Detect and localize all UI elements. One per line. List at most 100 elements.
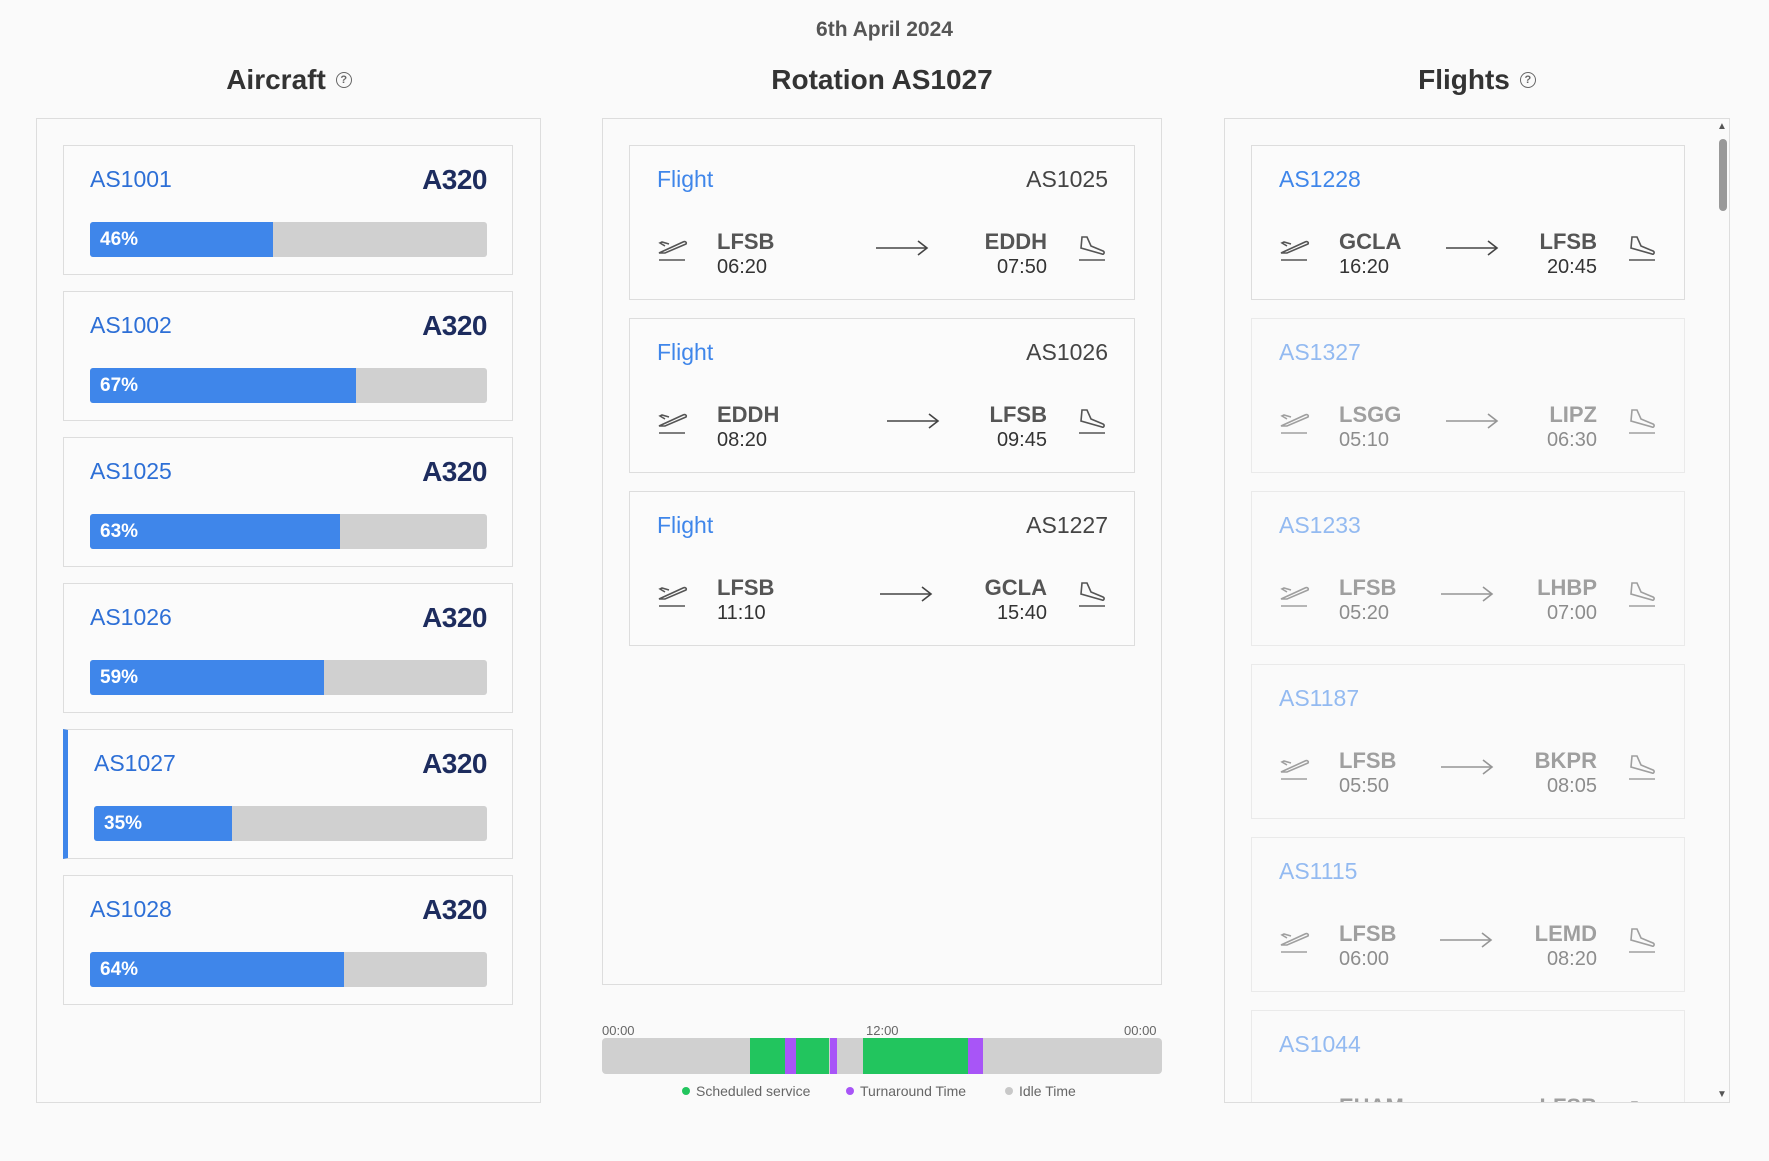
legend-idle-label: Idle Time: [1019, 1083, 1076, 1099]
scroll-up-icon[interactable]: ▲: [1717, 121, 1727, 132]
aircraft-card[interactable]: AS1026 A320 59%: [63, 583, 513, 713]
departure-time: 05:10: [1339, 429, 1390, 451]
aircraft-id: AS1002: [90, 312, 172, 338]
departure-time: 06:20: [717, 256, 768, 278]
aircraft-type: A320: [422, 602, 487, 633]
rotation-title: Rotation AS1027: [602, 64, 1162, 96]
aircraft-title: Aircraft ?: [36, 64, 542, 96]
scrollbar-thumb[interactable]: [1719, 139, 1727, 211]
aircraft-type: A320: [422, 164, 487, 195]
usage-label: 67%: [100, 375, 139, 396]
flights-title: Flights ?: [1224, 64, 1730, 96]
landing-icon: [1076, 580, 1108, 613]
flight-number: AS1187: [1279, 685, 1360, 711]
origin-code: LFSB: [1339, 575, 1397, 600]
turnaround-segment: [784, 1038, 797, 1074]
arrow-right-icon: [886, 413, 940, 434]
aircraft-type: A320: [422, 456, 487, 487]
legend-turnaround-label: Turnaround Time: [860, 1083, 967, 1099]
usage-label: 64%: [100, 959, 139, 980]
takeoff-icon: [1278, 1099, 1310, 1102]
landing-icon: [1626, 234, 1658, 267]
rotation-title-text: Rotation AS1027: [771, 64, 993, 95]
origin-code: EDDH: [717, 402, 780, 427]
flight-number: Flight: [657, 512, 714, 538]
flights-title-text: Flights: [1418, 64, 1510, 95]
legend-service-dot: [682, 1087, 690, 1095]
arrival-time: 06:30: [1546, 429, 1597, 451]
aircraft-card[interactable]: AS1027 A320 35%: [63, 729, 513, 859]
destination-code: LIPZ: [1549, 402, 1597, 427]
takeoff-icon: [1278, 753, 1310, 786]
aircraft-card[interactable]: AS1025 A320 63%: [63, 437, 513, 567]
scroll-down-icon[interactable]: ▼: [1717, 1089, 1727, 1100]
origin-code: LFSB: [1339, 748, 1397, 773]
aircraft-id: AS1027: [94, 750, 176, 776]
flight-card[interactable]: Flight AS1025 LFSB 06:20 EDDH 07:50: [629, 145, 1135, 300]
destination-code: BKPR: [1534, 748, 1597, 773]
takeoff-icon: [1278, 580, 1310, 613]
usage-bar: 35%: [94, 806, 487, 841]
flight-card[interactable]: Flight AS1227 LFSB 11:10 GCLA 15:40: [629, 491, 1135, 646]
takeoff-icon: [1278, 926, 1310, 959]
help-icon[interactable]: ?: [1519, 72, 1536, 88]
arrow-right-icon: [879, 586, 933, 607]
arrow-right-icon: [1445, 240, 1499, 261]
takeoff-icon: [1278, 234, 1310, 267]
takeoff-icon: [656, 580, 688, 613]
departure-time: 16:20: [1339, 256, 1390, 278]
scheduled-service-segment: [749, 1038, 785, 1074]
flight-number: AS1227: [1026, 512, 1108, 538]
scrollbar[interactable]: ▲ ▼: [1715, 119, 1729, 1102]
usage-bar: 59%: [90, 660, 487, 695]
help-icon[interactable]: ?: [335, 72, 352, 88]
flight-card[interactable]: AS1327 LSGG 05:10 LIPZ 06:30: [1251, 318, 1685, 473]
arrow-right-icon: [1439, 932, 1493, 953]
usage-bar: 64%: [90, 952, 487, 987]
flight-number: AS1327: [1279, 339, 1361, 365]
takeoff-icon: [1278, 407, 1310, 440]
aircraft-type: A320: [422, 748, 487, 779]
aircraft-id: AS1026: [90, 604, 172, 630]
destination-code: LEMD: [1534, 921, 1597, 946]
usage-label: 35%: [104, 813, 143, 834]
arrow-right-icon: [1440, 759, 1494, 780]
aircraft-card[interactable]: AS1028 A320 64%: [63, 875, 513, 1005]
aircraft-card[interactable]: AS1001 A320 46%: [63, 145, 513, 275]
departure-time: 05:50: [1339, 775, 1390, 797]
aircraft-card[interactable]: AS1002 A320 67%: [63, 291, 513, 421]
aircraft-id: AS1025: [90, 458, 172, 484]
arrival-time: 08:05: [1546, 775, 1597, 797]
flight-number: AS1044: [1279, 1031, 1361, 1057]
flight-number: AS1228: [1279, 166, 1361, 192]
flight-card[interactable]: AS1228 GCLA 16:20 LFSB 20:45: [1251, 145, 1685, 300]
landing-icon: [1076, 407, 1108, 440]
landing-icon: [1626, 926, 1658, 959]
legend-turnaround-dot: [846, 1087, 854, 1095]
usage-bar: 67%: [90, 368, 487, 403]
scheduled-service-segment: [796, 1038, 830, 1074]
departure-time: 11:10: [717, 602, 766, 624]
flight-card[interactable]: AS1115 LFSB 06:00 LEMD 08:20: [1251, 837, 1685, 992]
departure-time: 06:00: [1339, 948, 1390, 970]
flight-card[interactable]: AS1044 EHAM LFSB: [1251, 1010, 1685, 1102]
usage-label: 59%: [100, 667, 139, 688]
takeoff-icon: [656, 407, 688, 440]
arrow-right-icon: [875, 240, 929, 261]
usage-label: 46%: [100, 229, 139, 250]
arrival-time: 07:50: [996, 256, 1047, 278]
origin-code: LFSB: [1339, 921, 1397, 946]
legend-idle: Idle Time: [1005, 1083, 1076, 1099]
aircraft-panel: AS1001 A320 46% AS1002 A320 67% AS1025 A320 63% A…: [36, 118, 541, 1103]
flight-card[interactable]: AS1233 LFSB 05:20 LHBP 07:00: [1251, 491, 1685, 646]
arrival-time: 20:45: [1546, 256, 1597, 278]
timeline-tick-start: 00:00: [602, 1023, 635, 1038]
flight-card[interactable]: Flight AS1026 EDDH 08:20 LFSB 09:45: [629, 318, 1135, 473]
usage-label: 63%: [100, 521, 139, 542]
takeoff-icon: [656, 234, 688, 267]
rotation-panel: Flight AS1025 LFSB 06:20 EDDH 07:50 Flight AS10…: [602, 118, 1162, 985]
flight-card[interactable]: AS1187 LFSB 05:50 BKPR 08:05: [1251, 664, 1685, 819]
landing-icon: [1626, 753, 1658, 786]
arrival-time: 09:45: [996, 429, 1047, 451]
aircraft-type: A320: [422, 894, 487, 925]
